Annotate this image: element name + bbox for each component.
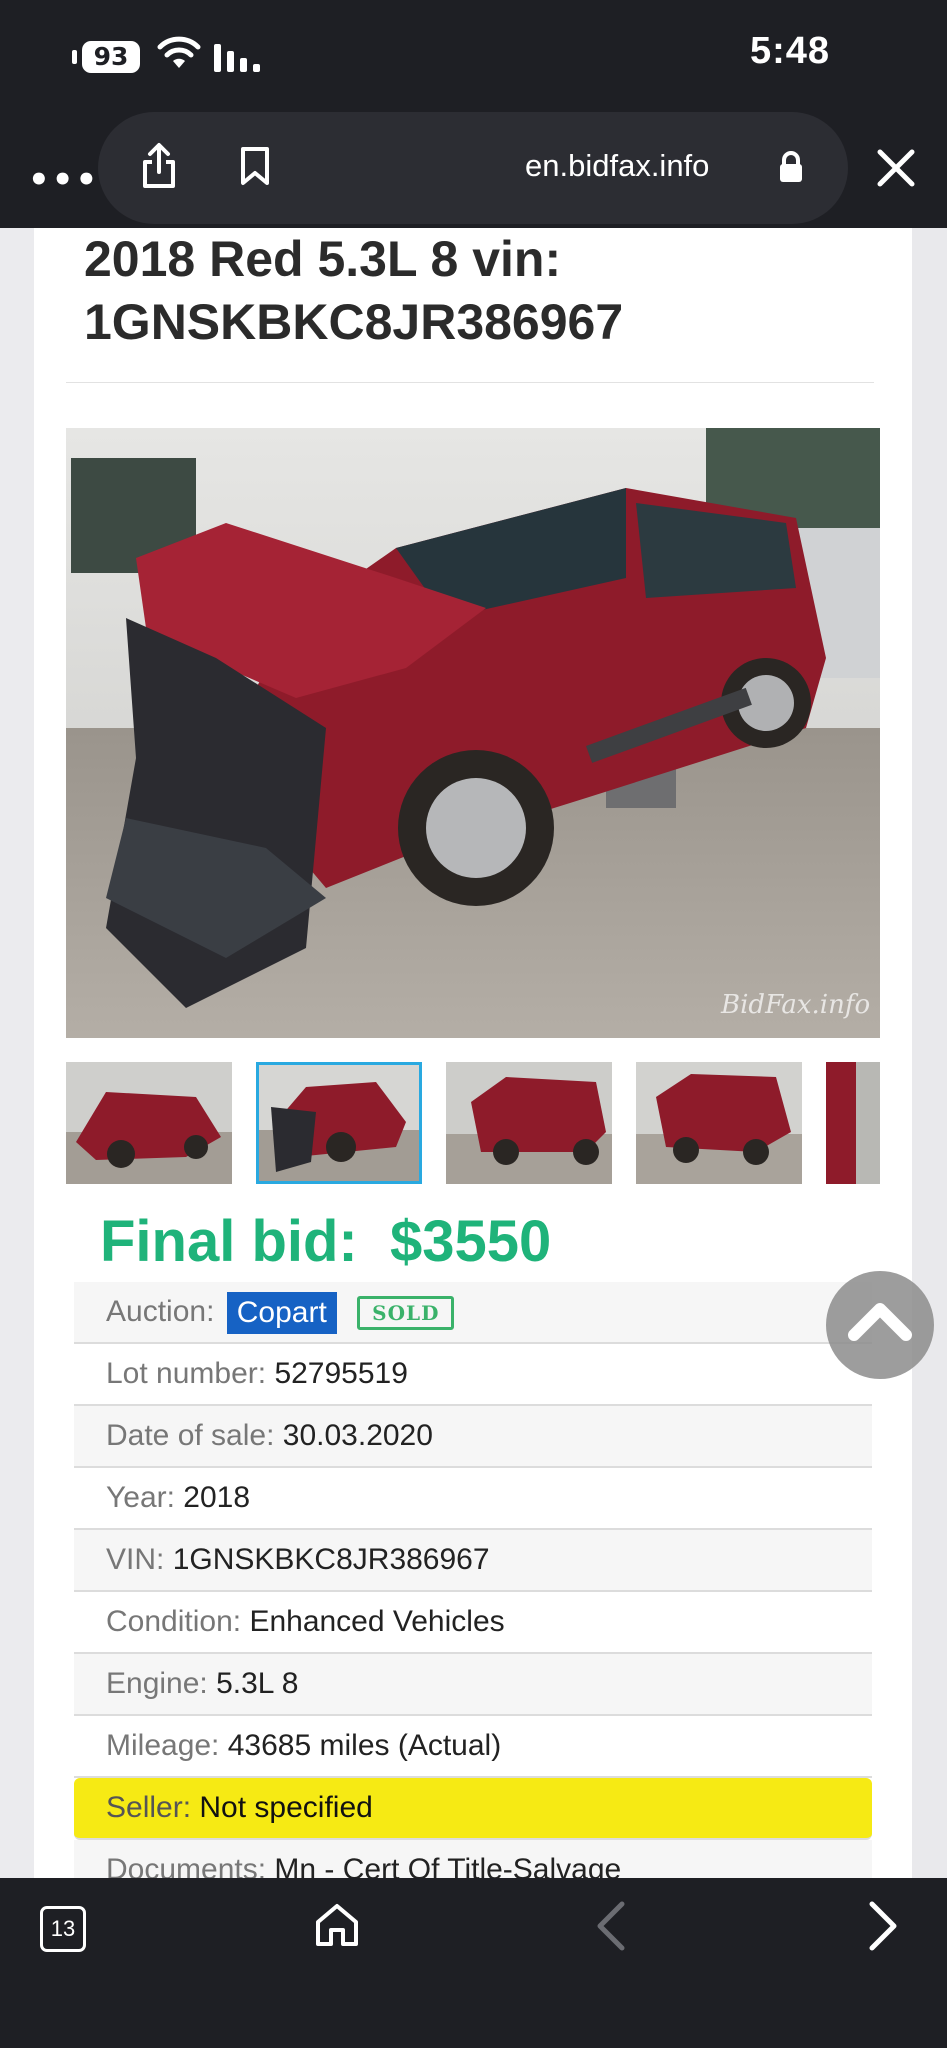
listing-page: 2018 Red 5.3L 8 vin: 1GNSKBKC8JR386967 B… — [34, 228, 912, 1902]
auction-badge[interactable]: Copart — [226, 1292, 337, 1335]
photo-thumbnails — [66, 1062, 880, 1184]
spec-value: 5.3L 8 — [216, 1667, 299, 1700]
spec-row-auction: Auction: Copart SOLD — [74, 1282, 872, 1344]
spec-label: Seller: — [106, 1791, 192, 1824]
spec-row-seller: Seller: Not specified — [74, 1778, 872, 1840]
sold-badge: SOLD — [357, 1296, 455, 1331]
share-icon[interactable] — [140, 142, 178, 190]
lock-icon — [780, 151, 802, 182]
wifi-icon — [157, 36, 201, 68]
specs-table: Auction: Copart SOLD Lot number: 5279551… — [74, 1282, 872, 1902]
back-icon[interactable] — [594, 1900, 628, 1952]
browser-toolbar: ••• en.bidfax.info — [0, 112, 947, 228]
spec-value: 52795519 — [274, 1357, 408, 1390]
chevron-up-icon — [848, 1303, 912, 1341]
page-title: 2018 Red 5.3L 8 vin: 1GNSKBKC8JR386967 — [84, 231, 624, 350]
spec-row-date: Date of sale: 30.03.2020 — [74, 1406, 872, 1468]
battery-nub — [72, 50, 77, 64]
address-bar[interactable] — [98, 112, 848, 224]
page-margin-left — [0, 228, 34, 1878]
thumbnail-3[interactable] — [446, 1062, 612, 1184]
close-icon[interactable] — [874, 146, 918, 190]
spec-label: Condition: — [106, 1605, 242, 1638]
battery-indicator: 93 — [82, 41, 140, 73]
clock: 5:48 — [749, 30, 830, 72]
url-text[interactable]: en.bidfax.info — [525, 148, 709, 184]
spec-label: Mileage: — [106, 1729, 220, 1762]
spec-label: Date of sale: — [106, 1419, 275, 1452]
photo-watermark: BidFax.info — [720, 990, 870, 1020]
tabs-icon[interactable]: 13 — [40, 1906, 86, 1952]
scroll-to-top-button[interactable] — [826, 1271, 934, 1379]
final-bid-label: Final bid: — [100, 1209, 358, 1274]
forward-icon[interactable] — [866, 1900, 900, 1952]
spec-row-vin: VIN: 1GNSKBKC8JR386967 — [74, 1530, 872, 1592]
thumbnail-5[interactable] — [826, 1062, 880, 1184]
spec-value: 43685 miles (Actual) — [227, 1729, 502, 1762]
spec-label: Year: — [106, 1481, 175, 1514]
spec-value: 1GNSKBKC8JR386967 — [172, 1543, 490, 1576]
page-margin-right — [912, 228, 947, 1878]
home-icon[interactable] — [312, 1900, 362, 1950]
spec-label: Lot number: — [106, 1357, 267, 1390]
thumbnail-2[interactable] — [256, 1062, 422, 1184]
browser-bottom-bar: 13 — [0, 1878, 947, 2048]
spec-value: 2018 — [183, 1481, 251, 1514]
spec-row-engine: Engine: 5.3L 8 — [74, 1654, 872, 1716]
bookmark-icon[interactable] — [240, 146, 270, 186]
main-vehicle-photo[interactable]: BidFax.info — [66, 428, 880, 1038]
divider — [66, 382, 874, 383]
spec-label: Auction: — [106, 1295, 215, 1328]
final-bid-value: $3550 — [389, 1209, 552, 1274]
spec-value: Enhanced Vehicles — [249, 1605, 505, 1638]
final-bid: Final bid: $3550 — [100, 1208, 551, 1275]
spec-row-mileage: Mileage: 43685 miles (Actual) — [74, 1716, 872, 1778]
spec-row-condition: Condition: Enhanced Vehicles — [74, 1592, 872, 1654]
signal-icon — [214, 44, 260, 72]
spec-label: VIN: — [106, 1543, 165, 1576]
status-bar: 93 5:48 — [0, 0, 947, 112]
spec-value: Not specified — [199, 1791, 373, 1824]
spec-row-year: Year: 2018 — [74, 1468, 872, 1530]
spec-row-lot: Lot number: 52795519 — [74, 1344, 872, 1406]
spec-label: Engine: — [106, 1667, 208, 1700]
more-icon[interactable]: ••• — [28, 160, 99, 200]
thumbnail-4[interactable] — [636, 1062, 802, 1184]
spec-value: 30.03.2020 — [282, 1419, 433, 1452]
thumbnail-1[interactable] — [66, 1062, 232, 1184]
